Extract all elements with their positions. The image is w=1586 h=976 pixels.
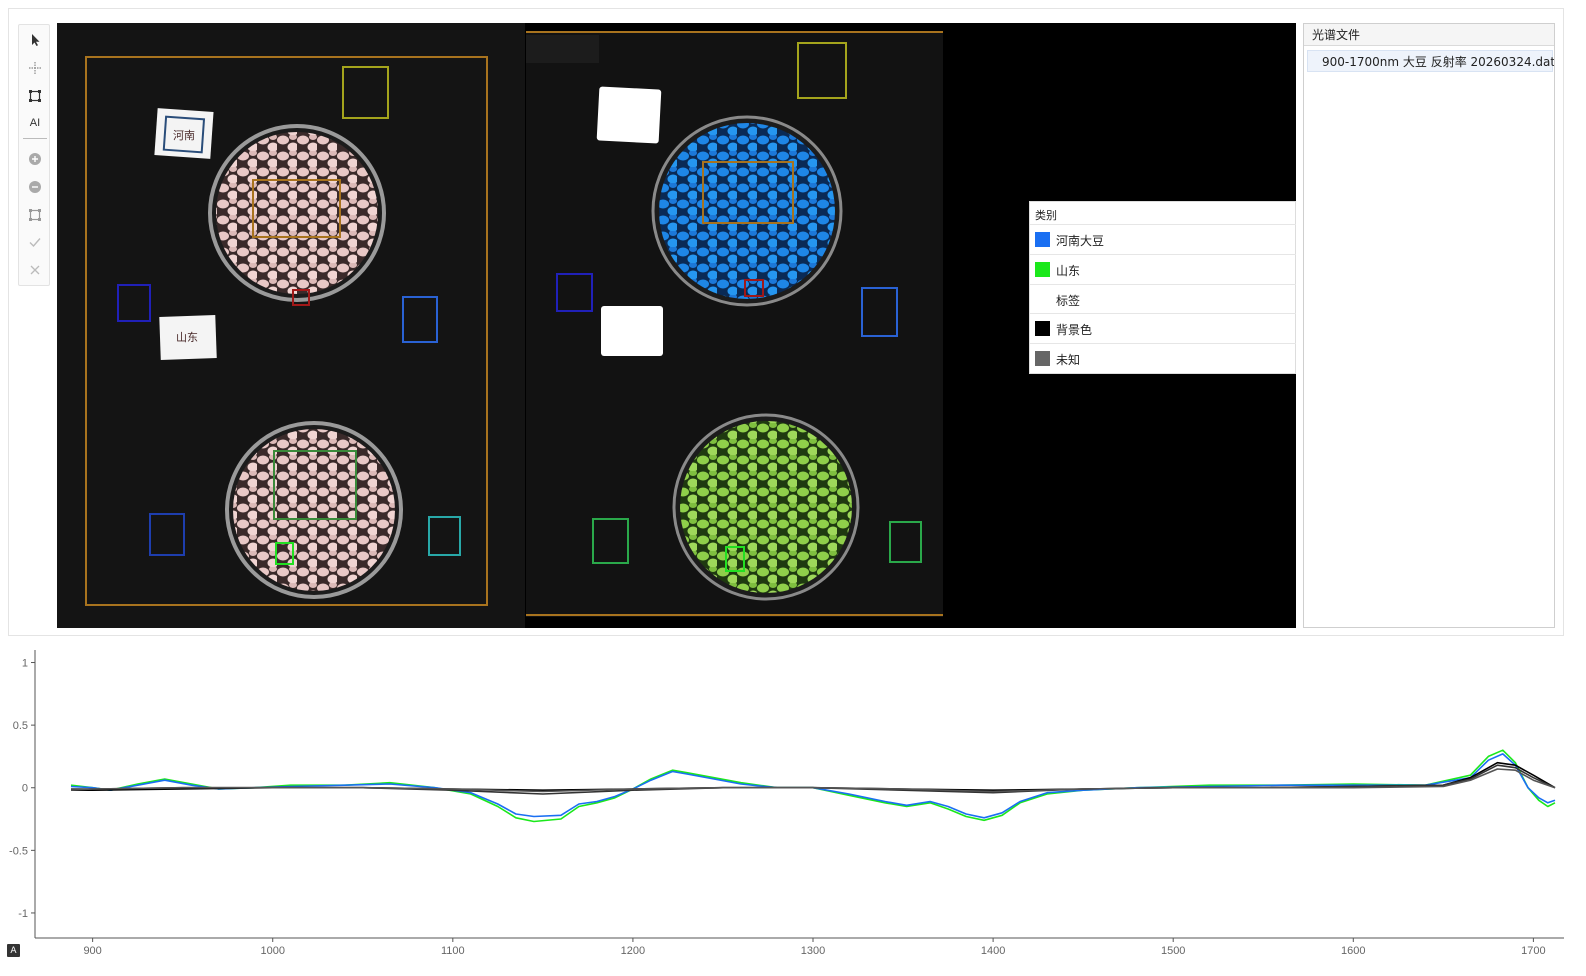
class-legend: 类别 河南大豆 山东 标签 背景色 未知 — [1029, 201, 1296, 374]
legend-item-label[interactable]: 标签 — [1030, 284, 1296, 313]
app-window: AI 河南 山东 类别 河南大豆 山东 标签 背景色 未知 光谱文件 900-1… — [0, 0, 1586, 976]
legend-swatch — [1035, 351, 1050, 366]
remove-region-button[interactable] — [24, 176, 46, 198]
legend-label: 标签 — [1056, 294, 1081, 308]
spectrum-chart-panel[interactable]: 1 0.5 0 -0.5 -1 900 1000 1100 1200 1300 1400 1500 16… — [8, 644, 1564, 954]
legend-item-background[interactable]: 背景色 — [1030, 313, 1296, 342]
x-tick-label: 1000 — [260, 945, 284, 954]
ai-icon: AI — [29, 117, 41, 129]
confirm-button[interactable] — [24, 231, 46, 253]
y-tick-label: -1 — [18, 908, 28, 920]
x-tick-label: 1100 — [441, 945, 465, 954]
toolbar-divider — [23, 138, 47, 139]
close-icon — [30, 265, 40, 275]
dish-bottom-left — [225, 421, 403, 599]
file-panel-title: 光谱文件 — [1304, 24, 1554, 46]
legend-label: 河南大豆 — [1056, 234, 1105, 248]
legend-item-henan-soybean[interactable]: 河南大豆 — [1030, 224, 1296, 253]
dish-top-left — [208, 124, 386, 302]
label-card-shandong: 山东 — [159, 315, 217, 360]
spectrum-series-line — [70, 753, 1556, 819]
auto-scale-icon[interactable]: A — [7, 944, 20, 957]
rectangle-select-button[interactable] — [24, 85, 46, 107]
y-tick-label: 0 — [22, 783, 28, 795]
legend-title: 类别 — [1035, 209, 1057, 222]
x-tick-label: 1700 — [1521, 945, 1545, 954]
y-tick-label: -0.5 — [9, 845, 28, 857]
spectral-file-panel: 光谱文件 900-1700nm 大豆 反射率 20260324.dat — [1303, 23, 1555, 628]
roi-rect-button[interactable] — [24, 204, 46, 226]
remove-circle-icon — [29, 181, 41, 193]
legend-swatch — [1035, 232, 1050, 247]
legend-swatch — [1035, 321, 1050, 336]
y-tick-label: 1 — [22, 658, 28, 670]
roi-rect-icon — [29, 209, 41, 221]
legend-label: 背景色 — [1056, 323, 1093, 337]
label-text-shandong: 山东 — [176, 331, 198, 344]
y-tick-label: 0.5 — [13, 720, 28, 732]
add-region-button[interactable] — [24, 148, 46, 170]
spectrum-series-line — [70, 768, 1556, 793]
x-tick-label: 1300 — [801, 945, 825, 954]
tool-palette: AI — [18, 24, 50, 286]
legend-item-shandong[interactable]: 山东 — [1030, 254, 1296, 283]
dark-patch — [526, 35, 599, 63]
label-region — [601, 306, 663, 356]
add-circle-icon — [29, 153, 41, 165]
pointer-icon — [32, 34, 40, 46]
crosshair-point-icon — [29, 62, 41, 74]
dish-bottom-right — [672, 413, 860, 601]
legend-label: 未知 — [1056, 353, 1081, 367]
spectrum-chart: 1 0.5 0 -0.5 -1 900 1000 1100 1200 1300 1400 1500 16… — [9, 650, 1564, 954]
point-tool-button[interactable] — [24, 57, 46, 79]
x-tick-label: 1600 — [1341, 945, 1365, 954]
file-item[interactable]: 900-1700nm 大豆 反射率 20260324.dat — [1307, 50, 1555, 72]
file-name: 900-1700nm 大豆 反射率 20260324.dat — [1322, 54, 1555, 69]
legend-swatch — [1035, 262, 1050, 277]
ai-tool-button[interactable]: AI — [24, 112, 46, 134]
legend-item-unknown[interactable]: 未知 — [1030, 343, 1296, 372]
legend-label: 山东 — [1056, 264, 1081, 278]
spectrum-series-line — [71, 764, 1556, 795]
cancel-button[interactable] — [24, 259, 46, 281]
check-icon — [29, 238, 41, 248]
label-card-henan: 河南 — [154, 108, 214, 159]
x-tick-label: 1200 — [621, 945, 645, 954]
rectangle-select-icon — [29, 90, 41, 102]
x-tick-label: 900 — [83, 945, 101, 954]
pointer-tool-button[interactable] — [24, 29, 46, 51]
x-tick-label: 1400 — [981, 945, 1005, 954]
legend-swatch — [1035, 292, 1050, 307]
dish-top-right — [651, 115, 843, 307]
x-tick-label: 1500 — [1161, 945, 1185, 954]
label-text-henan: 河南 — [173, 129, 195, 142]
label-region — [596, 86, 662, 144]
